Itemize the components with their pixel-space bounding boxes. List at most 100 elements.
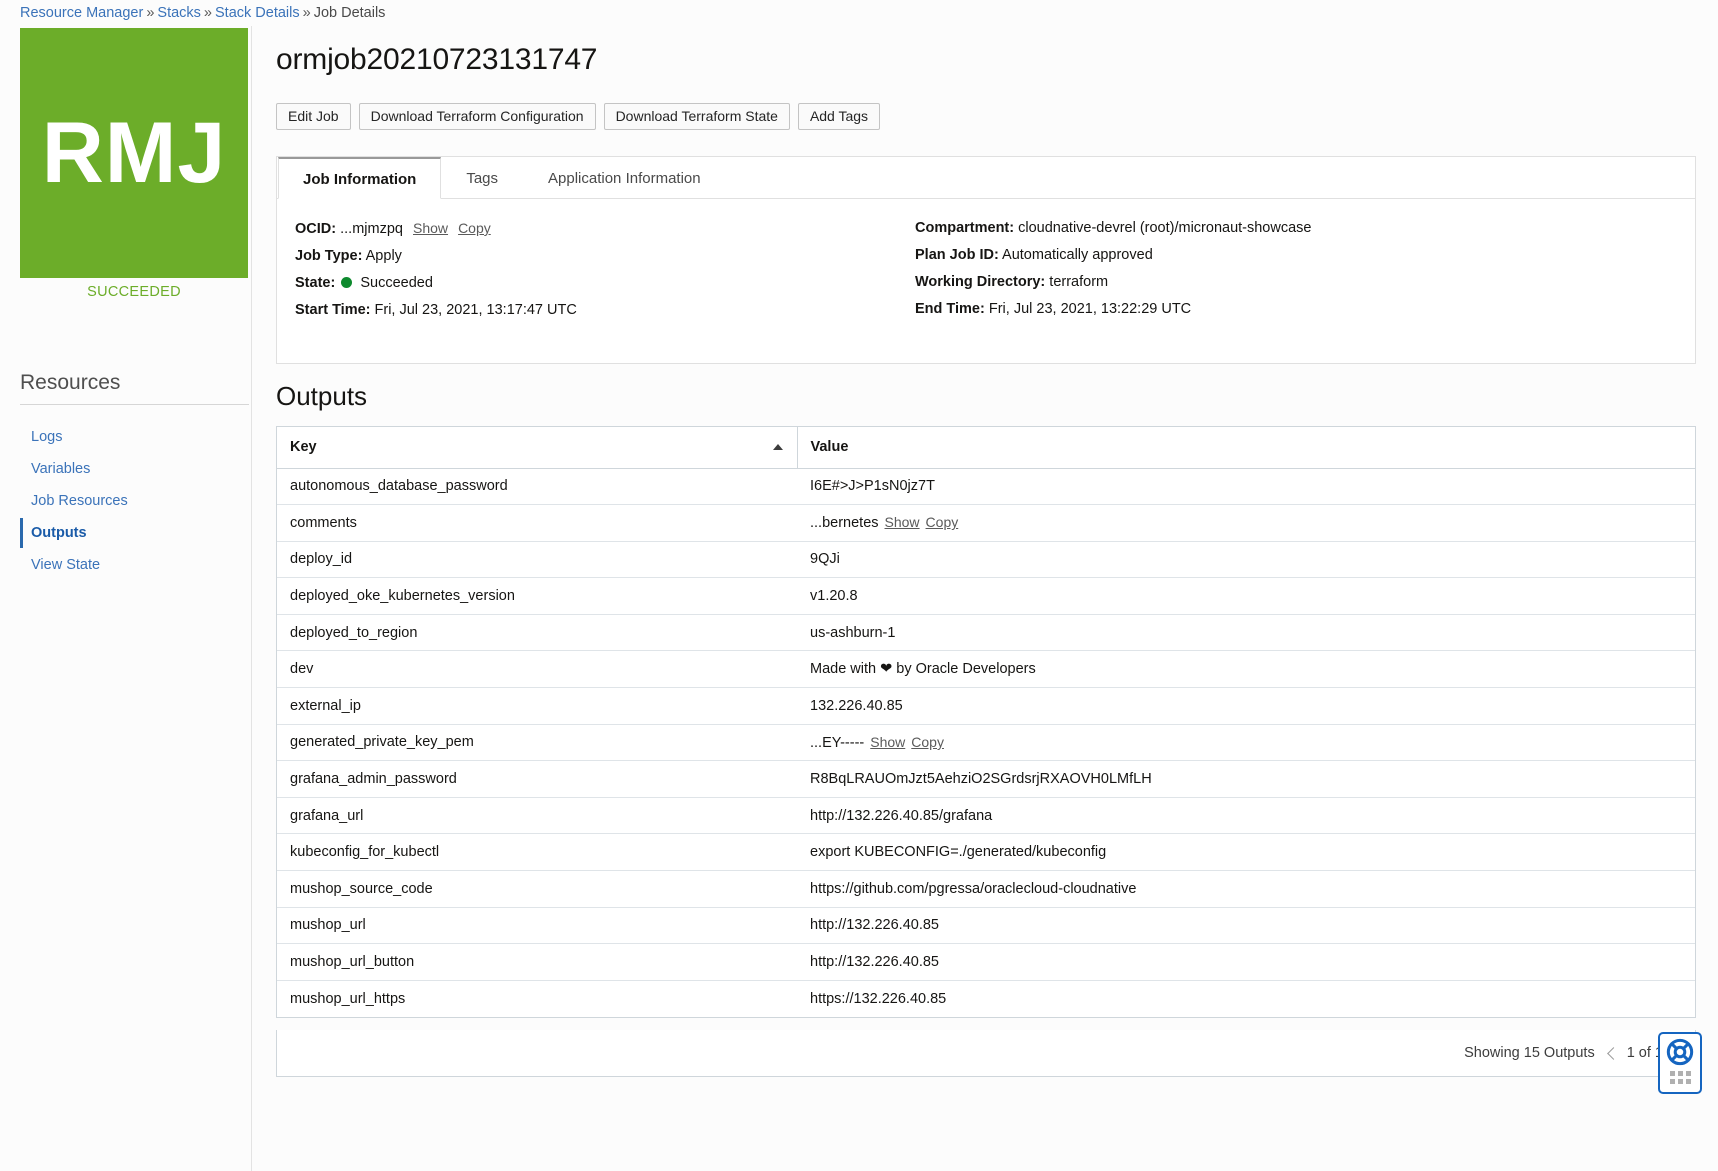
column-header-value-label: Value	[810, 439, 849, 456]
breadcrumb-item-job-details: Job Details	[313, 5, 386, 21]
breadcrumb-separator: »	[302, 5, 311, 21]
table-row: mushop_source_code https://github.com/pgr…	[277, 870, 1695, 908]
job-info-right-column: Compartment: cloudnative-devrel (root)/m…	[915, 215, 1675, 323]
job-info-left-column: OCID: ...mjmzpq Show Copy Job Type: Appl…	[295, 215, 915, 324]
sidebar-item-label: Logs	[31, 429, 63, 445]
ocid-row: OCID: ...mjmzpq Show Copy	[295, 215, 915, 242]
output-value-text: http://132.226.40.85	[810, 917, 939, 934]
output-value-cell: R8BqLRAUOmJzt5AehziO2SGrdsrjRXAOVH0LMfLH	[797, 760, 1695, 798]
table-row: mushop_url http://132.226.40.85	[277, 907, 1695, 945]
output-key-cell: dev	[277, 650, 797, 689]
resources-divider	[20, 404, 249, 405]
output-key-cell: deploy_id	[277, 541, 797, 579]
output-value-cell: https://132.226.40.85	[797, 980, 1695, 1017]
sidebar-item-outputs[interactable]: Outputs	[20, 517, 252, 549]
output-key-cell: mushop_url	[277, 907, 797, 945]
output-key-cell: mushop_url_button	[277, 943, 797, 981]
resources-heading: Resources	[20, 371, 121, 394]
table-row: dev Made with ❤ by Oracle Developers	[277, 650, 1695, 689]
table-row: autonomous_database_password I6E#>J>P1sN0…	[277, 468, 1695, 506]
table-row: grafana_url http://132.226.40.85/grafana	[277, 797, 1695, 835]
table-row: deployed_oke_kubernetes_version v1.20.8	[277, 577, 1695, 615]
sort-ascending-icon[interactable]	[772, 444, 783, 451]
output-key-cell: grafana_url	[277, 797, 797, 835]
output-value-cell: Made with ❤ by Oracle Developers	[797, 650, 1695, 689]
sidebar-item-label: Outputs	[31, 525, 87, 541]
end-time-value: Fri, Jul 23, 2021, 13:22:29 UTC	[988, 301, 1192, 317]
download-terraform-state-button[interactable]: Download Terraform State	[603, 103, 790, 130]
column-header-key[interactable]: Key	[277, 427, 798, 469]
output-value-text: 132.226.40.85	[810, 697, 903, 714]
previous-page-icon[interactable]	[1606, 1046, 1620, 1060]
output-key-cell: deployed_oke_kubernetes_version	[277, 577, 797, 615]
state-label: State:	[295, 275, 336, 291]
tab-bar: Job Information Tags Application Informa…	[277, 157, 1695, 199]
output-key-cell: kubeconfig_for_kubectl	[277, 833, 797, 872]
copy-link[interactable]: Copy	[911, 734, 944, 750]
breadcrumb-item-stack-details[interactable]: Stack Details	[215, 5, 300, 21]
showing-count-label: Showing 15 Outputs	[1464, 1045, 1595, 1061]
output-value-cell: http://132.226.40.85/grafana	[797, 797, 1695, 835]
table-row: mushop_url_button http://132.226.40.85	[277, 943, 1695, 981]
job-information-panel: Job Information Tags Application Informa…	[276, 156, 1696, 364]
tab-application-information[interactable]: Application Information	[523, 157, 726, 198]
help-widget[interactable]	[1658, 1032, 1702, 1094]
sidebar-item-job-resources[interactable]: Job Resources	[20, 485, 252, 517]
output-value-text: http://132.226.40.85	[810, 954, 939, 971]
output-key-cell: generated_private_key_pem	[277, 724, 797, 762]
sidebar-item-variables[interactable]: Variables	[20, 453, 252, 485]
show-link[interactable]: Show	[885, 514, 920, 530]
table-row: comments ...bernetes Show Copy	[277, 504, 1695, 542]
tab-label: Application Information	[548, 170, 701, 187]
footer-inner: Showing 15 Outputs 1 of 1	[1464, 1030, 1683, 1076]
job-type-row: Job Type: Apply	[295, 243, 915, 269]
show-link[interactable]: Show	[870, 734, 905, 750]
breadcrumb-item-resource-manager[interactable]: Resource Manager	[20, 5, 143, 21]
column-header-value[interactable]: Value	[797, 427, 1695, 469]
output-value-text: export KUBECONFIG=./generated/kubeconfig	[810, 844, 1107, 861]
tab-label: Job Information	[303, 171, 417, 188]
tab-tags[interactable]: Tags	[441, 157, 523, 198]
job-avatar-label: RMJ	[41, 104, 227, 201]
job-type-label: Job Type:	[295, 248, 363, 264]
sidebar-item-logs[interactable]: Logs	[20, 421, 252, 453]
action-button-row: Edit Job Download Terraform Configuratio…	[276, 103, 881, 130]
output-value-text: Made with ❤ by Oracle Developers	[810, 661, 1036, 678]
copy-link[interactable]: Copy	[926, 514, 959, 530]
output-value-text: https://132.226.40.85	[810, 990, 947, 1007]
download-terraform-configuration-button[interactable]: Download Terraform Configuration	[358, 103, 596, 130]
output-key-cell: comments	[277, 504, 797, 542]
output-value-cell: us-ashburn-1	[797, 614, 1695, 652]
edit-job-button[interactable]: Edit Job	[276, 103, 351, 130]
ocid-show-link[interactable]: Show	[413, 220, 448, 236]
tab-job-information[interactable]: Job Information	[278, 157, 442, 199]
start-time-row: Start Time: Fri, Jul 23, 2021, 13:17:47 …	[295, 297, 915, 323]
add-tags-button[interactable]: Add Tags	[797, 103, 881, 130]
outputs-table-footer: Showing 15 Outputs 1 of 1	[276, 1030, 1696, 1077]
start-time-label: Start Time:	[295, 302, 371, 318]
output-value-cell: I6E#>J>P1sN0jz7T	[797, 468, 1695, 506]
output-value-text: ...bernetes	[810, 515, 879, 532]
drag-handle-icon[interactable]	[1669, 1071, 1691, 1084]
output-value-cell: v1.20.8	[797, 577, 1695, 615]
page-title: ormjob20210723131747	[276, 43, 598, 76]
working-directory-row: Working Directory: terraform	[915, 269, 1675, 295]
job-state-caption: SUCCEEDED	[87, 284, 181, 300]
sidebar-item-label: Job Resources	[31, 493, 128, 509]
state-status-dot-icon	[341, 277, 353, 288]
outputs-table-head: Key Value	[277, 427, 1695, 469]
sidebar-item-view-state[interactable]: View State	[20, 549, 252, 581]
main-content: ormjob20210723131747 Edit Job Download T…	[252, 26, 1718, 1171]
table-header-row: Key Value	[277, 427, 1695, 469]
job-avatar-tile: RMJ	[20, 28, 248, 278]
output-value-cell: http://132.226.40.85	[797, 907, 1695, 945]
ocid-value: ...mjmzpq	[340, 221, 403, 237]
output-key-cell: mushop_url_https	[290, 990, 406, 1007]
state-row: State: Succeeded	[295, 270, 915, 296]
breadcrumb-separator: »	[146, 5, 155, 21]
sidebar-item-label: Variables	[31, 461, 91, 477]
output-key-cell: deployed_to_region	[277, 614, 797, 652]
ocid-copy-link[interactable]: Copy	[458, 220, 491, 236]
breadcrumb-item-stacks[interactable]: Stacks	[157, 5, 201, 21]
output-value-cell: 9QJi	[797, 541, 1695, 579]
